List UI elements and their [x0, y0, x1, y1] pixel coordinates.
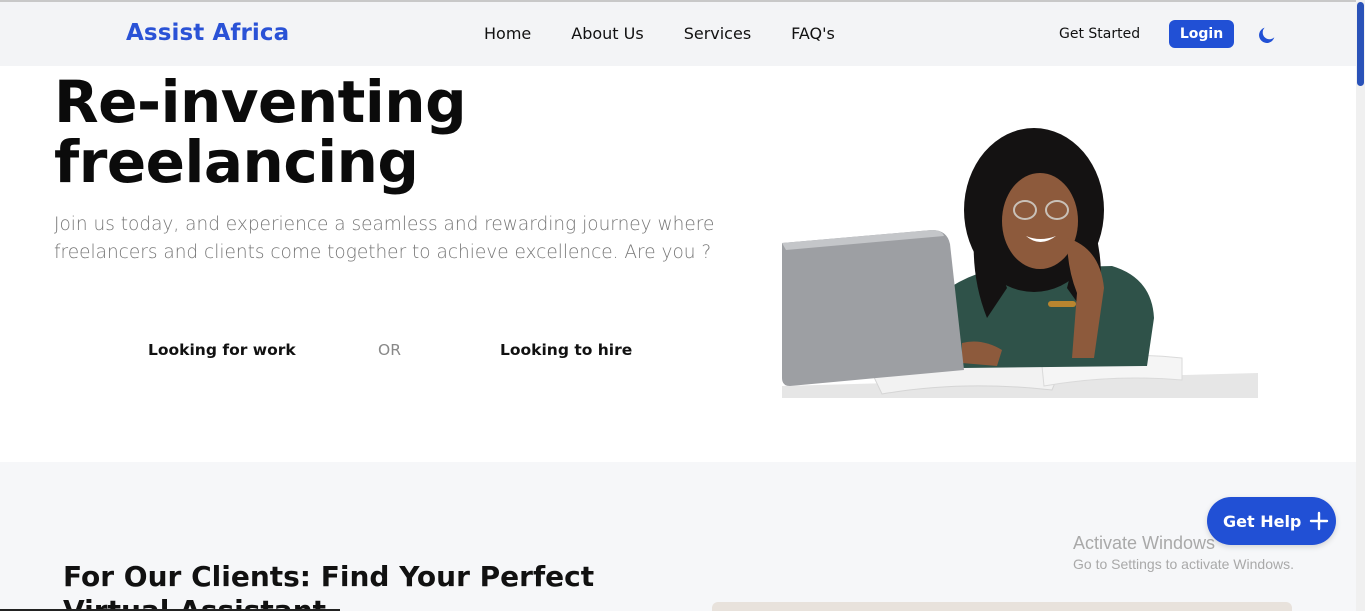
get-help-button[interactable]: Get Help — [1207, 497, 1336, 545]
hero-title-line1: Re-inventing — [54, 68, 467, 136]
nav-link-home[interactable]: Home — [484, 24, 531, 43]
plus-icon — [1310, 511, 1329, 531]
scrollbar-track[interactable] — [1356, 0, 1365, 611]
hero-title: Re-inventing freelancing — [54, 72, 467, 192]
moon-icon[interactable] — [1256, 24, 1278, 46]
get-started-link[interactable]: Get Started — [1059, 26, 1140, 42]
hero-subtitle: Join us today, and experience a seamless… — [54, 214, 715, 263]
looking-to-hire-option[interactable]: Looking to hire — [500, 341, 632, 359]
login-button[interactable]: Login — [1169, 20, 1234, 48]
clients-section-image — [712, 602, 1292, 611]
get-help-label: Get Help — [1223, 511, 1302, 531]
nav-link-about[interactable]: About Us — [571, 24, 643, 43]
hero-title-line2: freelancing — [54, 128, 419, 196]
brand-logo[interactable]: Assist Africa — [126, 20, 289, 46]
scrollbar-thumb[interactable] — [1357, 2, 1364, 86]
nav-links: Home About Us Services FAQ's — [484, 24, 875, 43]
navbar: Assist Africa Home About Us Services FAQ… — [0, 2, 1356, 66]
nav-link-services[interactable]: Services — [684, 24, 751, 43]
clients-section-title: For Our Clients: Find Your Perfect Virtu… — [63, 560, 595, 611]
hero-illustration — [782, 128, 1258, 398]
or-separator: OR — [378, 341, 401, 359]
nav-link-faqs[interactable]: FAQ's — [791, 24, 835, 43]
looking-for-work-option[interactable]: Looking for work — [148, 341, 296, 359]
watermark-line2: Go to Settings to activate Windows. — [1073, 556, 1294, 572]
